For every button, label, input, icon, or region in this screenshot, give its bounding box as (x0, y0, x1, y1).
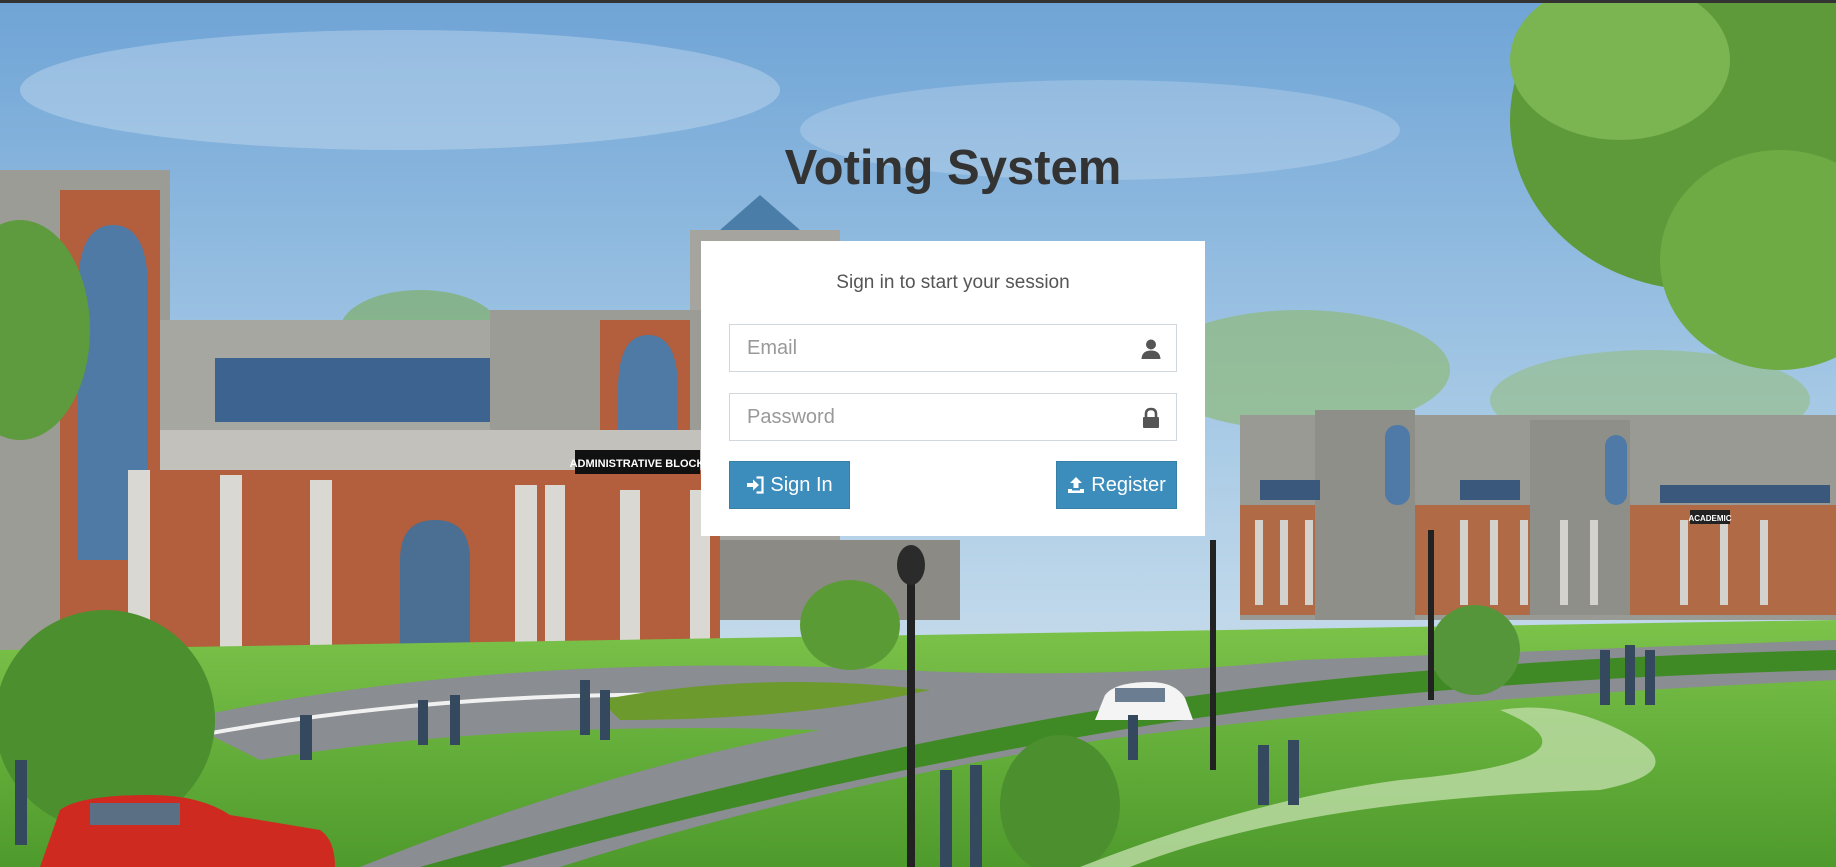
window-top-edge (0, 0, 1836, 3)
login-box: Sign in to start your session Sign In (701, 241, 1205, 536)
email-input[interactable] (730, 325, 1176, 371)
register-button[interactable]: Register (1056, 461, 1177, 509)
sign-in-button[interactable]: Sign In (729, 461, 850, 509)
page-title: Voting System (784, 141, 1122, 195)
lock-icon (1143, 407, 1159, 428)
user-icon (1141, 339, 1161, 359)
register-label: Register (1091, 473, 1166, 496)
sign-in-icon (747, 476, 764, 494)
academic-sign: ACADEMIC (1688, 514, 1731, 523)
administrative-block-sign: ADMINISTRATIVE BLOCK (570, 458, 705, 470)
email-field[interactable] (729, 324, 1177, 372)
login-box-message: Sign in to start your session (836, 272, 1070, 293)
sign-in-label: Sign In (770, 473, 833, 496)
login-page: ACADEMIC ADMINISTRATIVE BLOCK Voting Sys… (0, 0, 1836, 867)
password-input[interactable] (730, 394, 1176, 440)
upload-icon (1068, 477, 1085, 493)
password-field[interactable] (729, 393, 1177, 441)
